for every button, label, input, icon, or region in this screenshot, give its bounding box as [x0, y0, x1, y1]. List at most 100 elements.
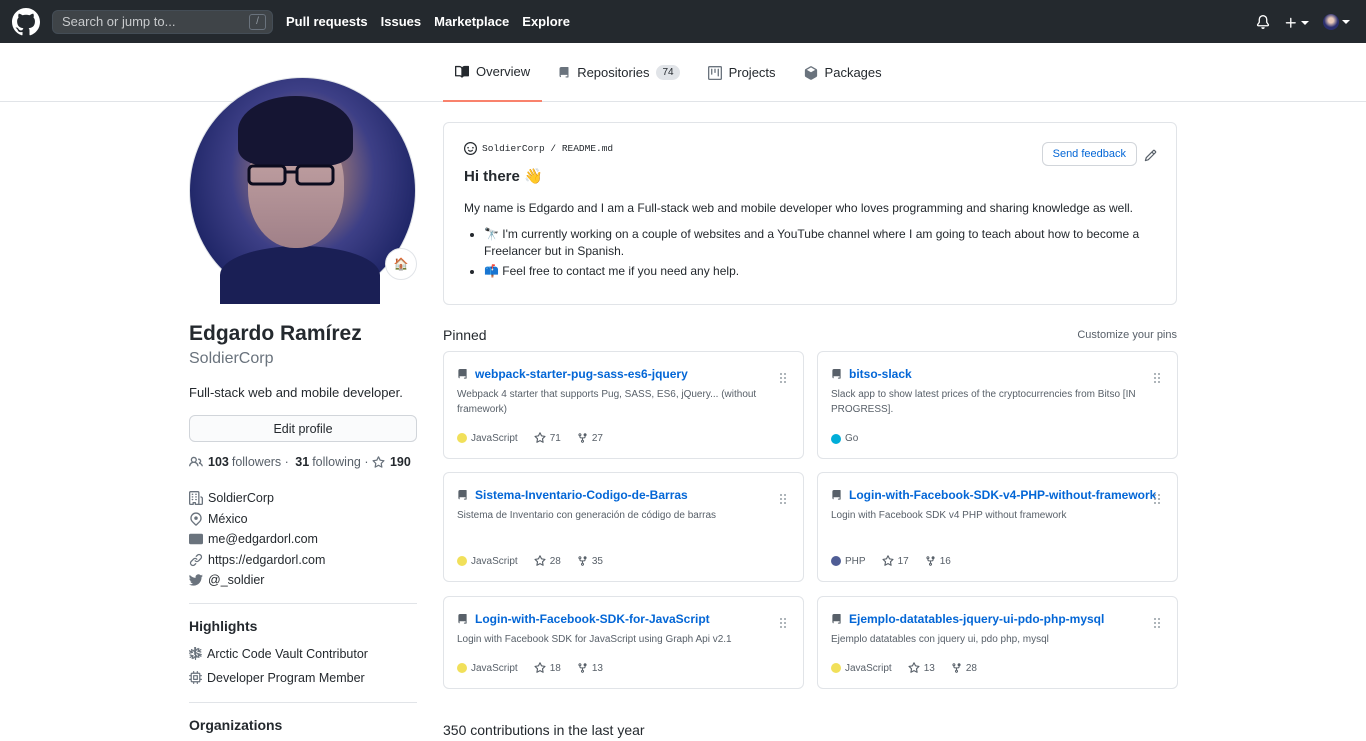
- customize-pins-link[interactable]: Customize your pins: [1077, 329, 1177, 341]
- separator-dot: ·: [281, 455, 293, 470]
- repo-stars-link[interactable]: 28: [534, 555, 561, 567]
- highlight-developer-program[interactable]: Developer Program Member: [189, 666, 417, 690]
- repo-stars-link[interactable]: 17: [882, 555, 909, 567]
- repo-forks-link[interactable]: 28: [951, 662, 977, 674]
- pinned-repo-card: webpack-starter-pug-sass-es6-jquery Webp…: [443, 351, 804, 459]
- search-box[interactable]: /: [52, 9, 273, 34]
- drag-handle-icon[interactable]: [779, 369, 787, 385]
- nav-issues[interactable]: Issues: [381, 14, 421, 29]
- repo-icon: [832, 614, 841, 624]
- repo-stars-link[interactable]: 13: [908, 662, 935, 674]
- tab-packages-label: Packages: [824, 65, 882, 80]
- repo-forks-link[interactable]: 35: [577, 555, 603, 567]
- book-icon: [455, 65, 469, 78]
- repo-description: Login with Facebook SDK v4 PHP without f…: [831, 510, 1067, 521]
- repo-description: Sistema de Inventario con generación de …: [457, 510, 717, 521]
- profile-sidebar: 🏠 Edgardo Ramírez SoldierCorp Full-stack…: [189, 77, 417, 741]
- highlight-arctic-vault-label: Arctic Code Vault Contributor: [207, 646, 368, 661]
- repo-name-link[interactable]: Sistema-Inventario-Codigo-de-Barras: [475, 487, 688, 504]
- tab-projects[interactable]: Projects: [696, 43, 788, 102]
- avatar: [1323, 14, 1339, 31]
- tab-overview[interactable]: Overview: [443, 43, 543, 102]
- repo-name-link[interactable]: webpack-starter-pug-sass-es6-jquery: [475, 366, 688, 383]
- drag-handle-icon[interactable]: [1153, 490, 1161, 506]
- detail-company: SoldierCorp: [189, 488, 417, 509]
- following-label: following: [312, 455, 361, 470]
- bell-icon[interactable]: [1256, 13, 1270, 30]
- smiley-icon: [464, 142, 477, 155]
- following-link[interactable]: 31 following: [292, 455, 361, 469]
- detail-email[interactable]: me@edgardorl.com: [189, 529, 417, 550]
- repo-name-link[interactable]: Login-with-Facebook-SDK-v4-PHP-without-f…: [849, 487, 1156, 504]
- nav-marketplace[interactable]: Marketplace: [434, 14, 509, 29]
- create-new-menu[interactable]: [1284, 13, 1309, 29]
- organizations-title: Organizations: [189, 716, 283, 733]
- repo-name-link[interactable]: Ejemplo-datatables-jquery-ui-pdo-php-mys…: [849, 611, 1104, 628]
- star-icon: [882, 555, 894, 566]
- drag-handle-icon[interactable]: [1153, 369, 1161, 385]
- repo-name-link[interactable]: Login-with-Facebook-SDK-for-JavaScript: [475, 611, 710, 628]
- tab-packages[interactable]: Packages: [792, 43, 894, 102]
- drag-handle-icon[interactable]: [1153, 614, 1161, 630]
- stars-link[interactable]: 190: [372, 455, 414, 469]
- send-feedback-button[interactable]: Send feedback: [1041, 142, 1137, 166]
- people-icon: [189, 456, 203, 467]
- readme-owner[interactable]: SoldierCorp: [482, 143, 545, 154]
- search-input[interactable]: [62, 14, 249, 29]
- highlight-developer-program-label: Developer Program Member: [207, 670, 365, 685]
- caret-down-icon: [1342, 20, 1350, 25]
- detail-twitter[interactable]: @_soldier: [189, 570, 417, 591]
- repo-language: Go: [845, 433, 859, 444]
- nav-explore[interactable]: Explore: [522, 14, 570, 29]
- tab-repositories[interactable]: Repositories 74: [546, 43, 691, 102]
- global-header: / Pull requests Issues Marketplace Explo…: [0, 0, 1366, 43]
- email-link[interactable]: me@edgardorl.com: [208, 532, 318, 546]
- repo-forks-link[interactable]: 13: [577, 662, 603, 674]
- header-actions: [1256, 13, 1350, 31]
- twitter-link[interactable]: @_soldier: [208, 573, 264, 587]
- repo-icon: [458, 490, 467, 500]
- drag-handle-icon[interactable]: [779, 614, 787, 630]
- repo-language: JavaScript: [471, 432, 518, 444]
- star-icon: [534, 555, 546, 566]
- status-emoji-glyph: 🏠: [393, 257, 409, 271]
- repo-stars-link[interactable]: 18: [534, 662, 561, 674]
- pinned-repo-card: Sistema-Inventario-Codigo-de-Barras Sist…: [443, 472, 804, 582]
- edit-profile-button[interactable]: Edit profile: [189, 415, 417, 442]
- repo-forks-link[interactable]: 27: [577, 432, 603, 444]
- pinned-repo-card: Login-with-Facebook-SDK-for-JavaScript L…: [443, 596, 804, 689]
- readme-list-item: 📫 Feel free to contact me if you need an…: [484, 263, 1156, 280]
- language-color-dot: [457, 663, 467, 673]
- following-count: 31: [295, 455, 310, 470]
- followers-link[interactable]: 103 followers: [205, 455, 281, 469]
- repo-title: Login-with-Facebook-SDK-v4-PHP-without-f…: [831, 487, 1164, 504]
- repo-meta: Go: [831, 433, 858, 444]
- repo-description: Ejemplo datatables con jquery ui, pdo ph…: [831, 634, 1049, 645]
- pencil-icon[interactable]: [1144, 146, 1157, 162]
- website-link[interactable]: https://edgardorl.com: [208, 553, 325, 567]
- profile-avatar[interactable]: 🏠: [189, 77, 417, 304]
- repo-name-link[interactable]: bitso-slack: [849, 366, 912, 383]
- nav-pull-requests[interactable]: Pull requests: [286, 14, 368, 29]
- repo-forks-count: 35: [591, 555, 603, 567]
- repo-language: JavaScript: [471, 662, 518, 674]
- user-menu[interactable]: [1323, 13, 1350, 31]
- status-emoji[interactable]: 🏠: [385, 248, 417, 280]
- avatar-shirt: [220, 246, 380, 304]
- github-logo-icon[interactable]: [12, 7, 40, 36]
- repo-forks-count: 28: [965, 662, 977, 674]
- repo-language: JavaScript: [471, 555, 518, 567]
- repo-forks-link[interactable]: 16: [925, 555, 951, 567]
- repo-stars-link[interactable]: 71: [534, 432, 561, 444]
- repo-icon: [832, 490, 841, 500]
- detail-website[interactable]: https://edgardorl.com: [189, 550, 417, 571]
- highlight-arctic-vault[interactable]: Arctic Code Vault Contributor: [189, 642, 417, 666]
- repo-meta: JavaScript 13 28: [831, 662, 977, 674]
- followers-count: 103: [208, 455, 229, 470]
- repo-language: PHP: [845, 555, 866, 567]
- caret-down-icon: [1301, 20, 1309, 25]
- drag-handle-icon[interactable]: [779, 490, 787, 506]
- language-color-dot: [831, 433, 841, 444]
- repo-icon: [458, 369, 467, 379]
- readme-file[interactable]: README.md: [562, 143, 613, 154]
